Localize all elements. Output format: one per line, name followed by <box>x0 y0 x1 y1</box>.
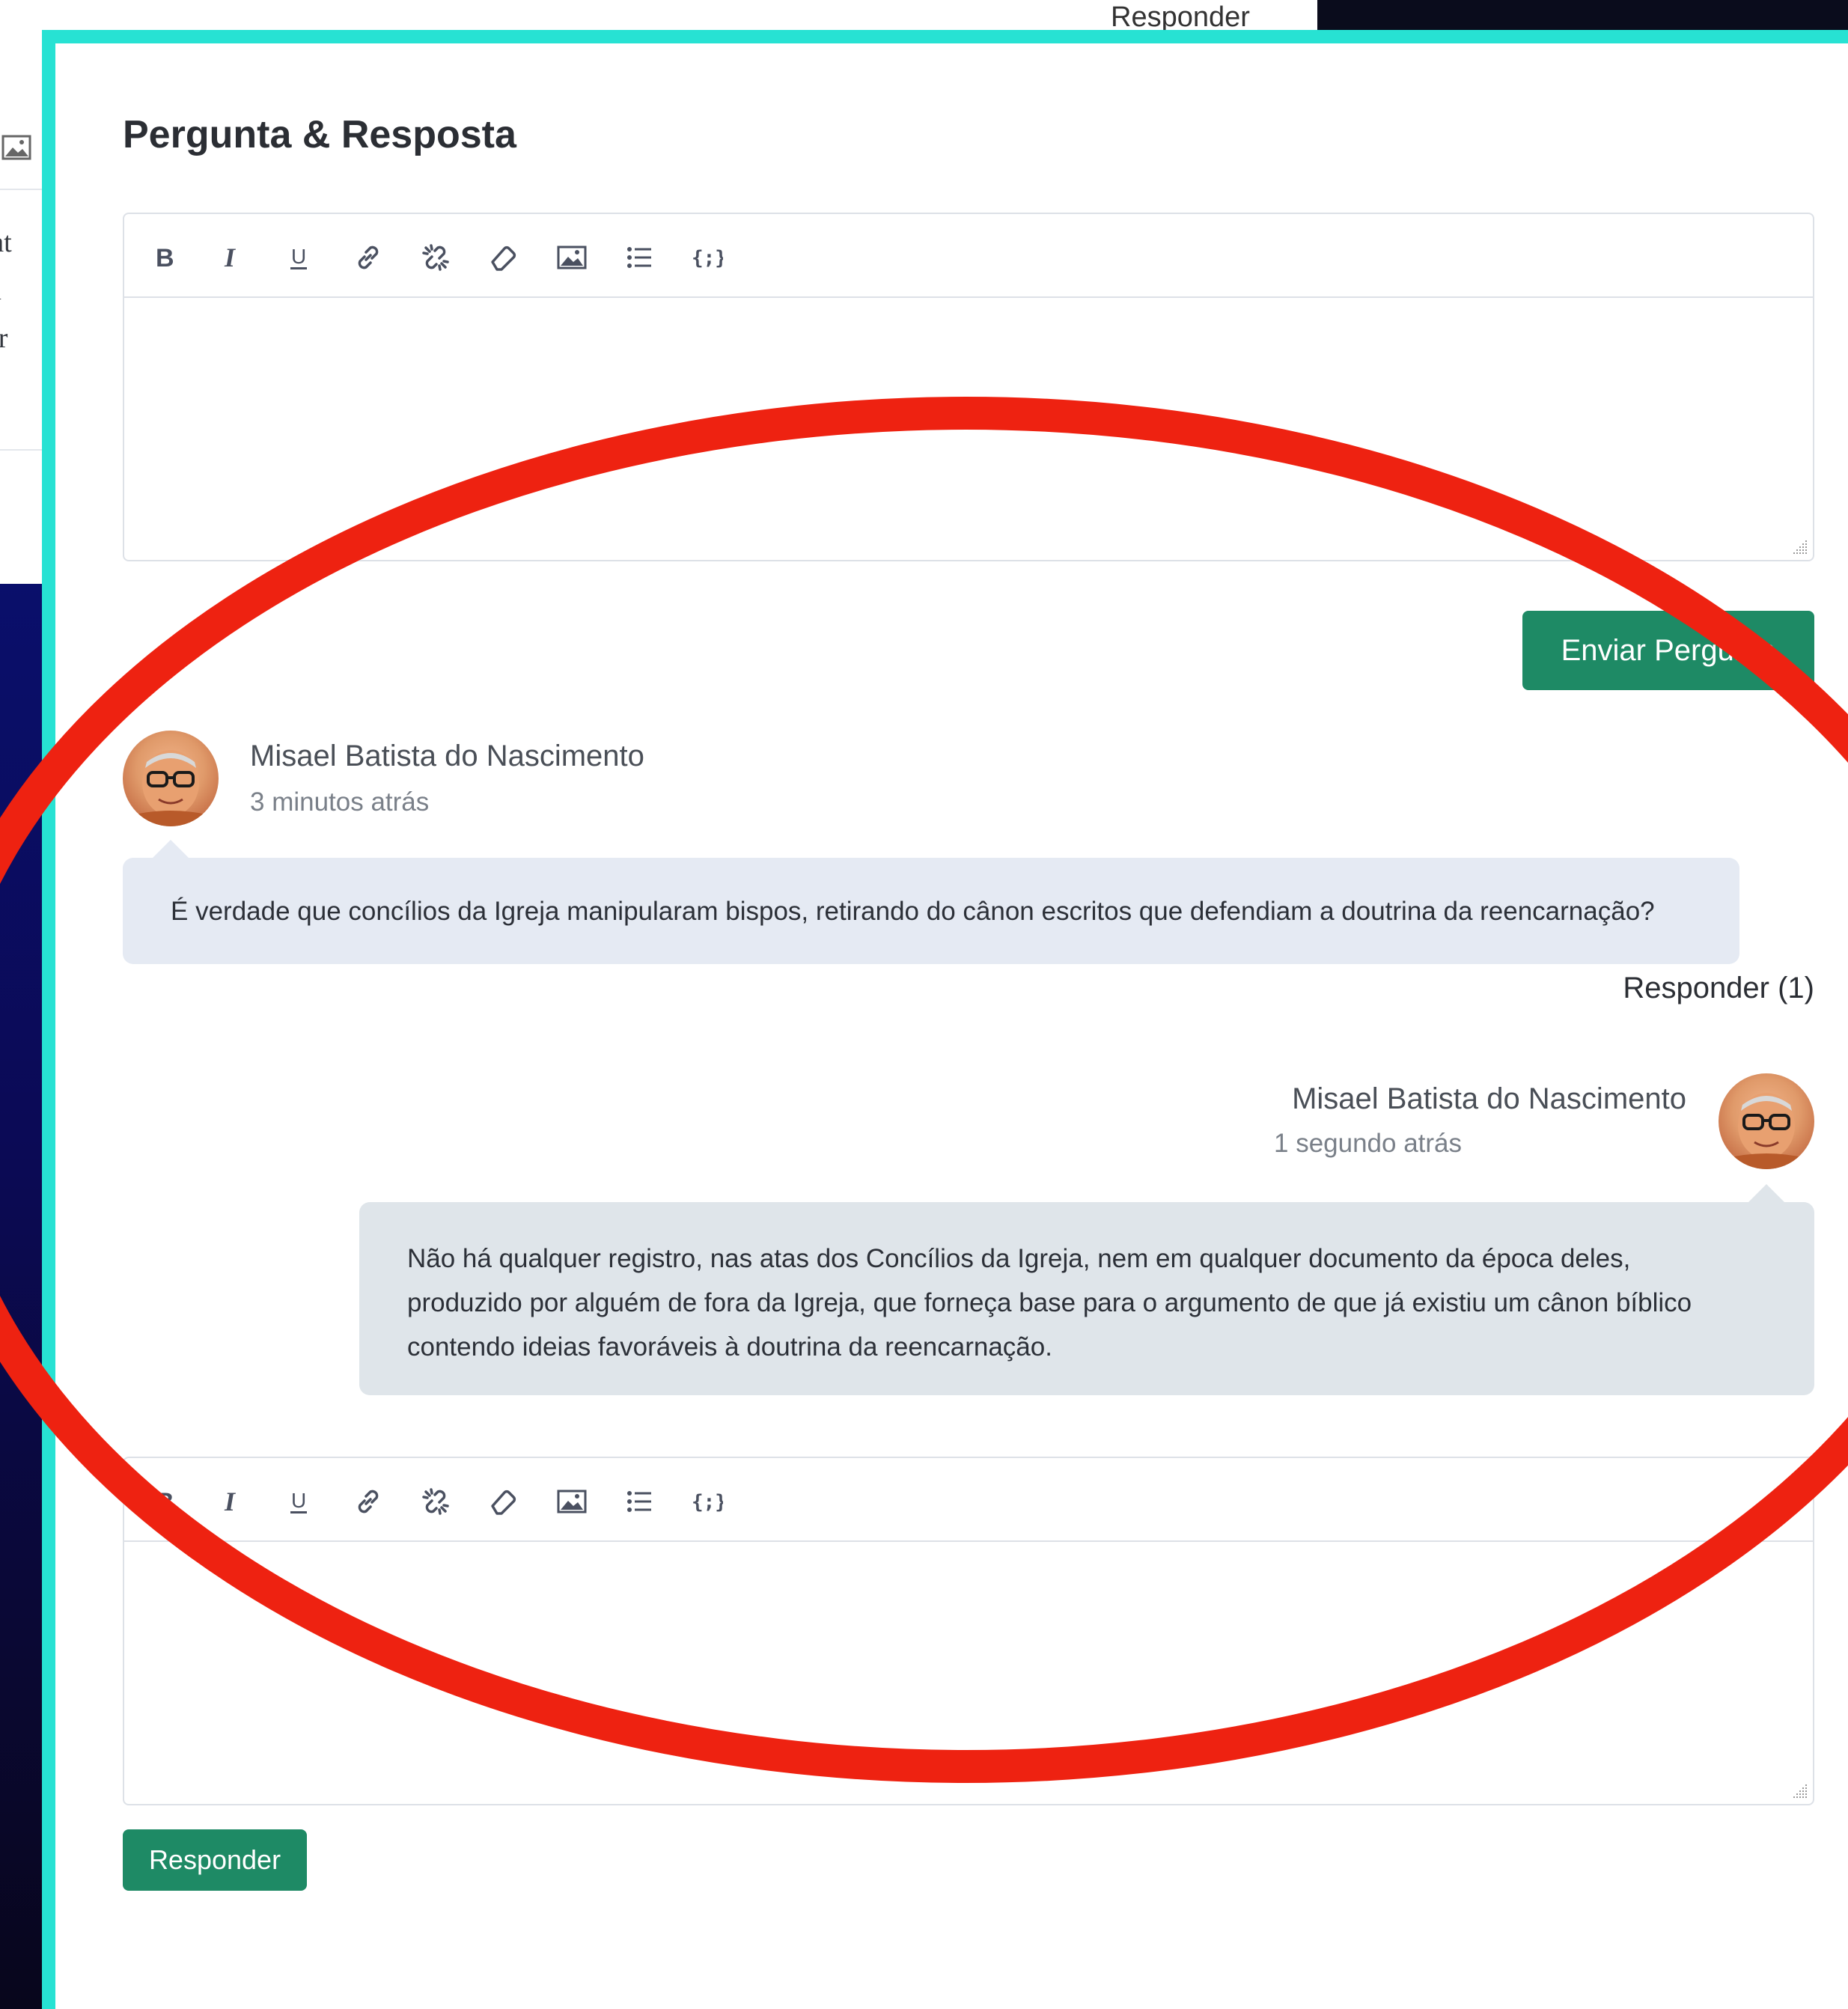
divider <box>0 449 45 451</box>
answer-text-line: contendo ideias favoráveis à doutrina da… <box>407 1332 1052 1362</box>
reply-editor[interactable]: B I U {;} <box>123 1457 1814 1805</box>
unlink-icon[interactable] <box>415 1481 457 1522</box>
answer-bubble: Não há qualquer registro, nas atas dos C… <box>359 1202 1814 1395</box>
italic-icon[interactable]: I <box>211 237 253 278</box>
answer-author: Misael Batista do Nascimento <box>1292 1082 1686 1115</box>
unlink-icon[interactable] <box>415 237 457 278</box>
bubble-tail <box>1748 1184 1784 1202</box>
editor-toolbar: B I U {;} <box>124 214 1813 298</box>
background-text-line: s at <box>0 227 12 258</box>
background-text-line: car <box>0 323 8 354</box>
bullet-list-icon[interactable] <box>618 237 660 278</box>
link-icon[interactable] <box>347 237 389 278</box>
svg-text:B: B <box>156 244 174 272</box>
bold-icon[interactable]: B <box>144 237 186 278</box>
question-author: Misael Batista do Nascimento <box>250 740 644 772</box>
underline-icon[interactable]: U <box>278 1481 320 1522</box>
answer-text-line: produzido por alguém de fora da Igreja, … <box>407 1288 1692 1317</box>
answer-text-line: Não há qualquer registro, nas atas dos C… <box>407 1244 1631 1273</box>
reply-count-link[interactable]: Responder (1) <box>1623 972 1814 1005</box>
bullet-list-icon[interactable] <box>618 1481 660 1522</box>
svg-text:I: I <box>224 1487 237 1516</box>
italic-icon[interactable]: I <box>211 1481 253 1522</box>
image-icon[interactable] <box>551 237 593 278</box>
eraser-icon[interactable] <box>482 1481 524 1522</box>
code-icon[interactable]: {;} <box>686 1481 728 1522</box>
avatar[interactable] <box>123 731 219 826</box>
background-dark-area <box>1317 0 1848 30</box>
link-icon[interactable] <box>347 1481 389 1522</box>
svg-text:B: B <box>156 1488 174 1516</box>
svg-text:{;}: {;} <box>692 1491 723 1513</box>
divider <box>0 189 45 190</box>
editor-toolbar: B I U {;} <box>124 1458 1813 1542</box>
svg-text:I: I <box>224 243 237 272</box>
resize-handle-icon[interactable] <box>1790 537 1808 555</box>
question-text: É verdade que concílios da Igreja manipu… <box>171 897 1655 926</box>
svg-text:{;}: {;} <box>692 247 723 269</box>
background-text-line: qu <box>0 274 1 307</box>
avatar[interactable] <box>1719 1073 1814 1169</box>
image-icon[interactable] <box>551 1481 593 1522</box>
eraser-icon[interactable] <box>482 237 524 278</box>
bubble-tail <box>153 840 189 858</box>
background-window: s at qu car <box>0 0 45 569</box>
send-question-button[interactable]: Enviar Pergunta <box>1522 611 1814 690</box>
reply-button[interactable]: Responder <box>123 1829 307 1891</box>
svg-text:U: U <box>291 1489 306 1512</box>
bold-icon[interactable]: B <box>144 1481 186 1522</box>
question-timestamp: 3 minutos atrás <box>250 787 430 817</box>
svg-text:U: U <box>291 245 306 268</box>
page-title: Pergunta & Resposta <box>123 113 516 156</box>
resize-handle-icon[interactable] <box>1790 1781 1808 1799</box>
background-dark-area <box>0 584 42 2009</box>
answer-timestamp: 1 segundo atrás <box>1274 1129 1463 1158</box>
underline-icon[interactable]: U <box>278 237 320 278</box>
image-icon <box>1 135 31 160</box>
code-icon[interactable]: {;} <box>686 237 728 278</box>
question-editor[interactable]: B I U {;} <box>123 213 1814 561</box>
question-bubble: É verdade que concílios da Igreja manipu… <box>123 858 1739 964</box>
